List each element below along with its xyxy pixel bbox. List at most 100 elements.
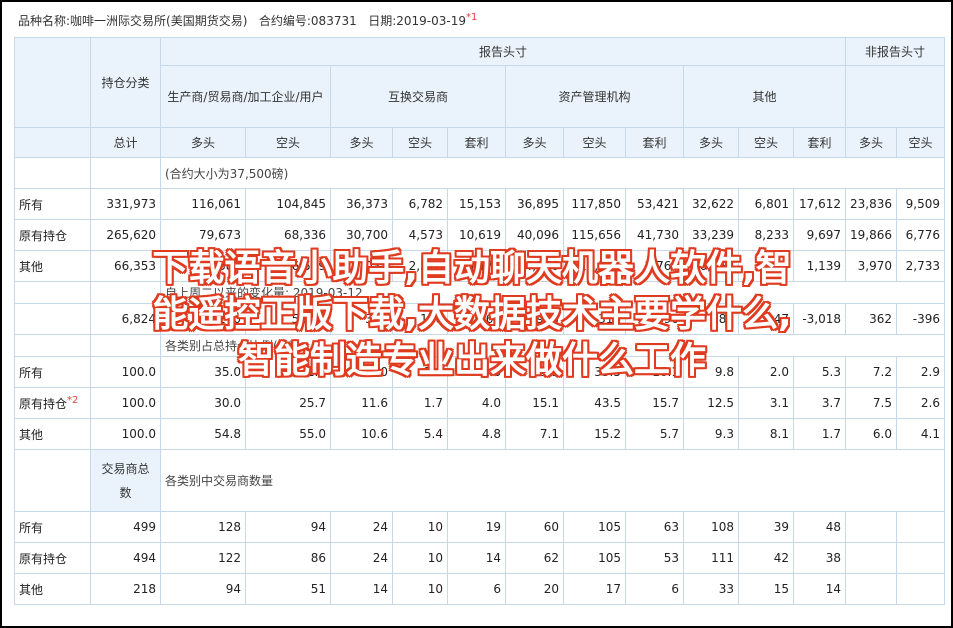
table-row: 其他 218 94 51 14 10 6 20 17 6 33 15 14 [14, 573, 945, 605]
table-cell: 115,656 [563, 219, 626, 251]
table-cell: 6 [625, 573, 684, 605]
swap-short-header: 空头 [392, 127, 448, 158]
table-cell: 1,270 [160, 303, 246, 335]
table-cell: 11.0 [330, 356, 393, 388]
table-cell [896, 511, 945, 543]
table-cell: 23,836 [845, 188, 897, 220]
table-cell: 14 [793, 573, 846, 605]
table-cell: 5,090 [625, 303, 684, 335]
table-cell: 108 [683, 511, 739, 543]
nonreporting-long-header: 多头 [845, 127, 897, 158]
section-blank [14, 281, 91, 304]
trader-count-label: 交易商总数 [90, 449, 161, 512]
table-cell: 2.0 [392, 356, 448, 388]
managed-short-header: 空头 [563, 127, 626, 158]
table-cell: 25.7 [245, 387, 331, 419]
table-cell [845, 573, 897, 605]
table-cell: 6,776 [896, 219, 945, 251]
row-label: 原有持仓*2 [14, 387, 91, 419]
contract-value: 083731 [310, 14, 357, 28]
table-row: 所有 499 128 94 24 10 19 60 105 63 108 39 48 [14, 511, 945, 543]
managed-long-header: 多头 [505, 127, 564, 158]
total-header: 总计 [90, 127, 161, 158]
table-cell: 14 [330, 573, 393, 605]
table-cell [896, 573, 945, 605]
table-row: 其他 66,353 36,388 36,509 7,031 2,578 3,178 4,170… [14, 250, 945, 282]
table-cell: 11.1 [505, 356, 564, 388]
table-cell: 62 [505, 542, 564, 574]
nonreporting-short-header: 空头 [896, 127, 945, 158]
table-cell: 43.5 [563, 387, 626, 419]
table-cell: 19 [447, 511, 506, 543]
table-cell: 9.8 [683, 356, 739, 388]
table-row: 其他 100.0 54.8 55.0 10.6 5.4 4.8 7.1 15.2 5.7 9.3 8.… [14, 418, 945, 450]
table-cell: 5.4 [392, 418, 448, 450]
table-cell: 111 [683, 542, 739, 574]
other-long-header: 多头 [683, 127, 739, 158]
table-cell: 48 [793, 511, 846, 543]
table-cell: 10 [392, 542, 448, 574]
table-cell: 116,061 [160, 188, 246, 220]
table-cell: 60 [505, 511, 564, 543]
cot-table: 持仓分类 报告头寸 非报告头寸 生产商/贸易商/加工企业/用户 互换交易商 资产… [14, 37, 945, 605]
table-cell: 381 [683, 303, 739, 335]
table-cell: 19,866 [845, 219, 897, 251]
table-cell: 3.7 [793, 387, 846, 419]
table-cell: 5,284 [245, 303, 331, 335]
table-cell: 100.0 [90, 356, 161, 388]
nonreporting-blank-header [845, 65, 945, 128]
table-cell: 8,233 [738, 219, 794, 251]
table-cell [845, 511, 897, 543]
other-spread-header: 套利 [793, 127, 846, 158]
table-cell: 53 [625, 542, 684, 574]
table-cell: 51 [245, 573, 331, 605]
managed-spread-header: 套利 [625, 127, 684, 158]
table-cell: 120 [392, 303, 448, 335]
table-cell: 11.6 [330, 387, 393, 419]
change-note: 自上周二以来的变化量: 2019-03-12 [160, 281, 945, 304]
table-cell: 24 [330, 511, 393, 543]
table-cell: 100.0 [90, 387, 161, 419]
table-cell: 218 [90, 573, 161, 605]
table-cell: 4,573 [392, 219, 448, 251]
table-cell: 9,697 [793, 219, 846, 251]
table-cell: 36,373 [330, 188, 393, 220]
table-cell: 10.6 [330, 418, 393, 450]
table-cell: 1.7 [392, 387, 448, 419]
row-label: 其他 [14, 250, 91, 282]
table-cell: 104,845 [245, 188, 331, 220]
table-cell: 2,769 [625, 250, 684, 282]
percent-note: 各类别占总持仓比例(%) [160, 334, 945, 357]
table-cell: 30.0 [160, 387, 246, 419]
footnote-mark: *1 [465, 12, 478, 23]
table-cell: 331,973 [90, 188, 161, 220]
producer-long-header: 多头 [160, 127, 246, 158]
row-label [14, 303, 91, 335]
contract-size-note: (合约大小为37,500磅) [160, 157, 945, 189]
table-cell: 6 [447, 573, 506, 605]
table-cell: 36,895 [505, 188, 564, 220]
producer-header: 生产商/贸易商/加工企业/用户 [160, 65, 331, 128]
table-cell: 8.1 [738, 418, 794, 450]
table-cell: 7,031 [330, 250, 393, 282]
table-row: 原有持仓*2 100.0 30.0 25.7 11.6 1.7 4.0 15.1 43.5 15.… [14, 387, 945, 419]
table-cell: 33 [683, 573, 739, 605]
table-cell: 54.8 [160, 418, 246, 450]
table-cell: 63 [625, 511, 684, 543]
table-row: 原有持仓 265,620 79,673 68,336 30,700 4,573 10,619… [14, 219, 945, 251]
table-cell: 4.1 [896, 418, 945, 450]
other-header: 其他 [683, 65, 846, 128]
row-label: 所有 [14, 356, 91, 388]
table-cell: 905 [505, 303, 564, 335]
table-cell: 6,782 [392, 188, 448, 220]
table-row: 所有 331,973 116,061 104,845 36,373 6,782 15,153… [14, 188, 945, 220]
table-cell: 35.0 [160, 356, 246, 388]
swap-long-header: 多头 [330, 127, 393, 158]
table-cell: 15 [738, 573, 794, 605]
table-cell: 35.5 [563, 356, 626, 388]
table-cell: 7.2 [845, 356, 897, 388]
table-cell: 17,612 [793, 188, 846, 220]
table-cell: 11,116 [563, 250, 626, 282]
swap-header: 互换交易商 [330, 65, 506, 128]
section-blank [14, 449, 91, 512]
